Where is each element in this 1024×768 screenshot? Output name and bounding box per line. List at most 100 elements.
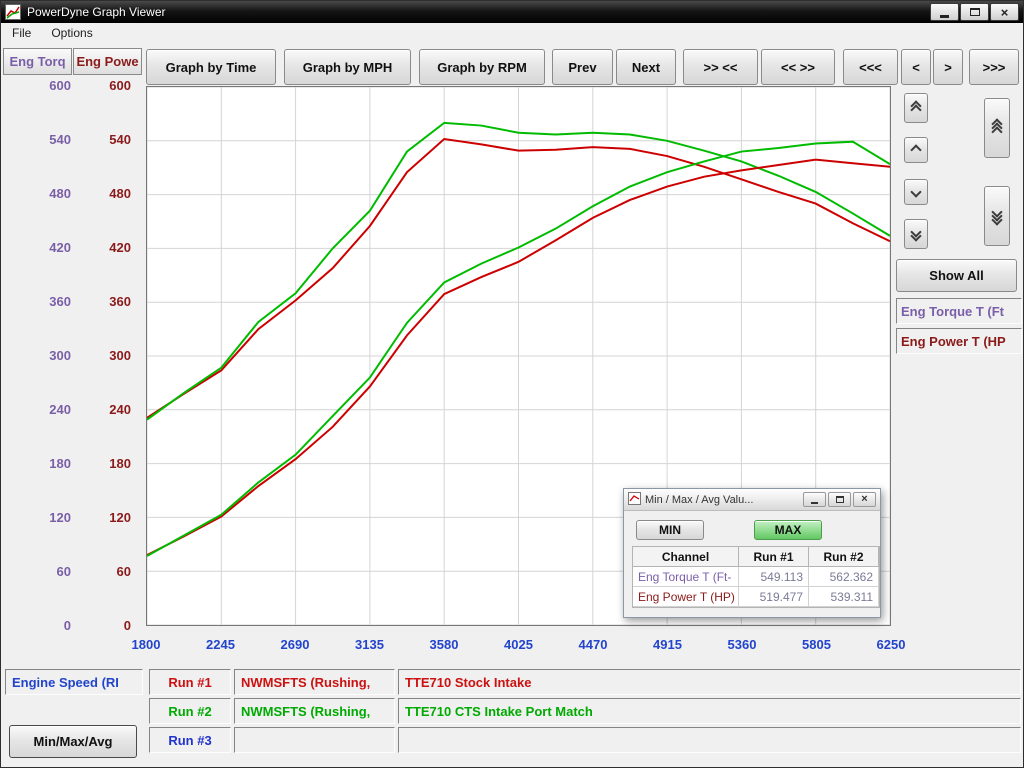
run-3-label[interactable]: Run #3 <box>149 727 231 753</box>
column-header-run2: Run #2 <box>809 547 879 567</box>
pan-up-multi-button[interactable] <box>984 98 1010 158</box>
minmax-title-bar[interactable]: Min / Max / Avg Valu... × <box>624 489 880 511</box>
power-channel-label[interactable]: Eng Power T (HP <box>896 328 1022 354</box>
caption-buttons: × <box>930 1 1019 23</box>
rpm-tick-label: 5805 <box>789 637 845 652</box>
rpm-tick-label: 6250 <box>863 637 919 652</box>
minmax-channel-name: Eng Power T (HP) <box>633 587 739 607</box>
scale-down-double-button[interactable] <box>904 219 928 249</box>
menu-options[interactable]: Options <box>48 25 95 41</box>
column-header-run1: Run #1 <box>739 547 809 567</box>
minmax-run1-value: 519.477 <box>739 587 809 607</box>
graph-by-rpm-button[interactable]: Graph by RPM <box>419 49 545 85</box>
scale-up-button[interactable] <box>904 137 928 163</box>
minmax-table-row: Eng Power T (HP)519.477539.311 <box>633 587 879 607</box>
power-tick-label: 420 <box>77 240 131 256</box>
run-3-source[interactable] <box>234 727 395 753</box>
x-axis-channel-field[interactable]: Engine Speed (RI <box>5 669 143 695</box>
rpm-tick-label: 2690 <box>267 637 323 652</box>
run-2-label[interactable]: Run #2 <box>149 698 231 724</box>
minmax-avg-button[interactable]: Min/Max/Avg <box>9 725 137 758</box>
app-icon <box>5 4 21 20</box>
title-bar[interactable]: PowerDyne Graph Viewer × <box>1 1 1023 23</box>
minmax-run2-value: 539.311 <box>809 587 879 607</box>
run-1-source[interactable]: NWMSFTS (Rushing, <box>234 669 395 695</box>
power-tick-label: 60 <box>77 564 131 580</box>
power-tick-label: 540 <box>77 132 131 148</box>
torque-tick-label: 180 <box>1 456 71 472</box>
pan-right-button[interactable]: > <box>933 49 963 85</box>
menu-bar: File Options <box>1 23 1023 43</box>
rpm-tick-label: 5360 <box>714 637 770 652</box>
run-2-description[interactable]: TTE710 CTS Intake Port Match <box>398 698 1021 724</box>
rpm-tick-label: 4915 <box>640 637 696 652</box>
graph-by-mph-button[interactable]: Graph by MPH <box>284 49 411 85</box>
torque-tick-label: 600 <box>1 78 71 94</box>
scale-down-button[interactable] <box>904 179 928 205</box>
graph-by-time-button[interactable]: Graph by Time <box>146 49 276 85</box>
torque-tick-label: 420 <box>1 240 71 256</box>
show-all-button[interactable]: Show All <box>896 259 1017 292</box>
pan-last-button[interactable]: >>> <box>969 49 1019 85</box>
minimize-icon <box>940 15 949 18</box>
power-tick-label: 480 <box>77 186 131 202</box>
run-1-label[interactable]: Run #1 <box>149 669 231 695</box>
minmax-minimize-button[interactable] <box>803 492 826 507</box>
power-tick-label: 240 <box>77 402 131 418</box>
minmax-run1-value: 549.113 <box>739 567 809 587</box>
rpm-tick-label: 2245 <box>193 637 249 652</box>
torque-tick-label: 540 <box>1 132 71 148</box>
minmax-caption-buttons: × <box>803 492 876 507</box>
torque-channel-label[interactable]: Eng Torque T (Ft <box>896 298 1022 324</box>
chevron-down-icon <box>910 186 921 197</box>
minmax-close-button[interactable]: × <box>853 492 876 507</box>
torque-tick-label: 0 <box>1 618 71 634</box>
rpm-tick-label: 4025 <box>491 637 547 652</box>
minmax-body: MIN MAX Channel Run #1 Run #2 Eng Torque… <box>624 511 880 617</box>
power-tick-label: 120 <box>77 510 131 526</box>
close-button[interactable]: × <box>990 3 1019 21</box>
minmax-window: Min / Max / Avg Valu... × MIN MAX Channe… <box>623 488 881 618</box>
pan-down-multi-button[interactable] <box>984 186 1010 246</box>
scale-up-double-button[interactable] <box>904 93 928 123</box>
power-tick-label: 0 <box>77 618 131 634</box>
column-header-channel: Channel <box>633 547 739 567</box>
zoom-in-button[interactable]: >> << <box>683 49 758 85</box>
power-tick-label: 180 <box>77 456 131 472</box>
power-tick-label: 300 <box>77 348 131 364</box>
power-tick-label: 600 <box>77 78 131 94</box>
chevron-up-icon <box>910 144 921 155</box>
minmax-run2-value: 562.362 <box>809 567 879 587</box>
torque-tick-label: 240 <box>1 402 71 418</box>
minmax-window-title: Min / Max / Avg Valu... <box>645 494 803 506</box>
rpm-tick-label: 3580 <box>416 637 472 652</box>
zoom-out-button[interactable]: << >> <box>761 49 835 85</box>
rpm-tick-label: 3135 <box>342 637 398 652</box>
run-1-description[interactable]: TTE710 Stock Intake <box>398 669 1021 695</box>
maximize-button[interactable] <box>960 3 989 21</box>
rpm-tick-label: 1800 <box>118 637 174 652</box>
pan-left-button[interactable]: < <box>901 49 931 85</box>
rpm-tick-label: 4470 <box>565 637 621 652</box>
torque-axis-labels: 600540480420360300240180120600 <box>1 86 71 626</box>
run-3-description[interactable] <box>398 727 1021 753</box>
minmax-window-icon <box>628 492 641 508</box>
minimize-button[interactable] <box>930 3 959 21</box>
min-toggle-button[interactable]: MIN <box>636 520 704 540</box>
torque-tick-label: 300 <box>1 348 71 364</box>
run-2-source[interactable]: NWMSFTS (Rushing, <box>234 698 395 724</box>
tab-eng-torque[interactable]: Eng Torq <box>3 48 72 75</box>
pan-first-button[interactable]: <<< <box>843 49 898 85</box>
max-toggle-button[interactable]: MAX <box>754 520 822 540</box>
minmax-restore-button[interactable] <box>828 492 851 507</box>
power-tick-label: 360 <box>77 294 131 310</box>
torque-tick-label: 480 <box>1 186 71 202</box>
prev-button[interactable]: Prev <box>552 49 613 85</box>
menu-file[interactable]: File <box>9 25 34 41</box>
maximize-icon <box>970 8 980 16</box>
minmax-table-row: Eng Torque T (Ft-549.113562.362 <box>633 567 879 587</box>
restore-icon <box>836 496 844 503</box>
next-button[interactable]: Next <box>616 49 676 85</box>
torque-tick-label: 120 <box>1 510 71 526</box>
tab-eng-power[interactable]: Eng Powe <box>73 48 142 75</box>
